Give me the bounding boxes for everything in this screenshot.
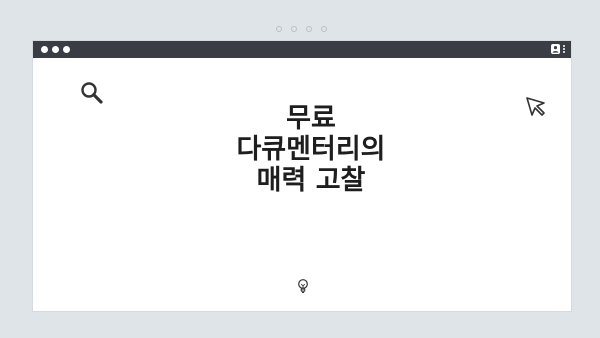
carousel-dot (306, 26, 312, 32)
kebab-menu-icon[interactable] (563, 45, 565, 53)
window-controls (41, 46, 70, 53)
window-control-maximize[interactable] (63, 46, 70, 53)
browser-window: 무료 다큐멘터리의 매력 고찰 (33, 41, 571, 311)
user-menu[interactable] (551, 44, 565, 54)
lightbulb-icon (297, 278, 309, 298)
browser-titlebar (33, 41, 571, 58)
page-title-line: 매력 고찰 (256, 165, 366, 196)
carousel-dot (321, 26, 327, 32)
window-control-minimize[interactable] (52, 46, 59, 53)
cursor-arrow-icon (525, 96, 547, 122)
page-title-line: 다큐멘터리의 (236, 134, 386, 165)
page-title-line: 무료 (286, 103, 336, 134)
search-icon[interactable] (80, 81, 104, 109)
window-control-close[interactable] (41, 46, 48, 53)
carousel-dot (291, 26, 297, 32)
carousel-dots (276, 26, 327, 32)
carousel-dot (276, 26, 282, 32)
user-icon[interactable] (551, 44, 560, 54)
page-title: 무료 다큐멘터리의 매력 고찰 (211, 103, 411, 196)
